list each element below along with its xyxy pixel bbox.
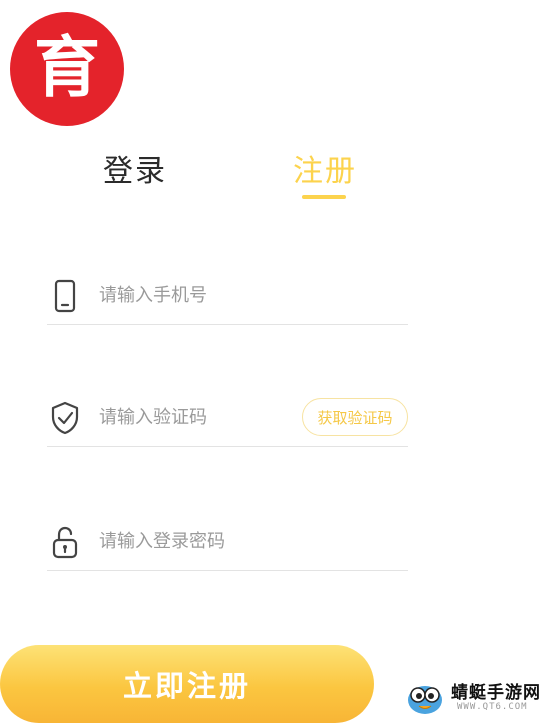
tab-register[interactable]: 注册 [293, 152, 357, 192]
app-logo: 育 [10, 12, 124, 126]
dragonfly-mascot-icon [403, 678, 447, 718]
logo-glyph: 育 [34, 28, 100, 106]
active-tab-indicator [302, 195, 346, 199]
tab-login[interactable]: 登录 [103, 152, 167, 192]
watermark: 蜻蜓手游网 WWW.QT6.COM [403, 676, 553, 720]
phone-input[interactable] [99, 278, 339, 312]
lock-icon [49, 524, 81, 560]
watermark-url: WWW.QT6.COM [457, 702, 528, 712]
get-code-button[interactable]: 获取验证码 [302, 398, 408, 436]
register-button[interactable]: 立即注册 [0, 645, 374, 723]
phone-field-row [47, 270, 408, 325]
shield-check-icon [49, 400, 81, 436]
password-input[interactable] [99, 524, 339, 558]
password-field-row [47, 516, 408, 571]
code-field-row: 获取验证码 [47, 392, 408, 447]
watermark-title: 蜻蜓手游网 [451, 683, 541, 703]
phone-icon [49, 278, 81, 314]
